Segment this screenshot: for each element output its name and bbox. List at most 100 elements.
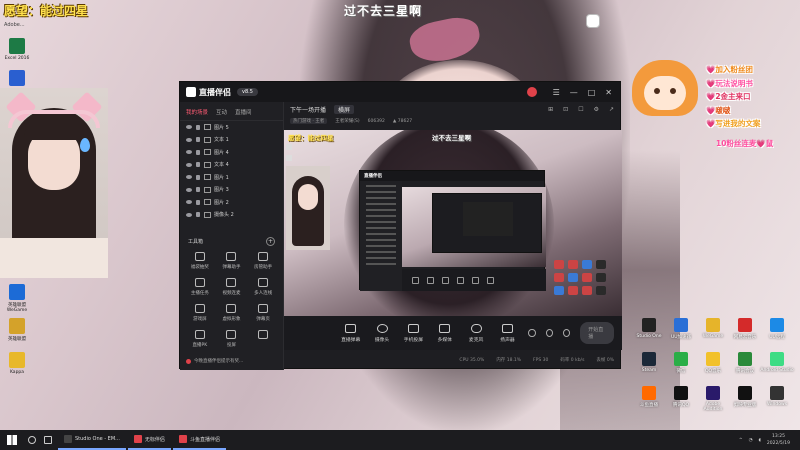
source-item[interactable]: 图片 2 (180, 196, 283, 209)
source-item[interactable]: 图片 5 (180, 121, 283, 134)
add-tool-icon[interactable]: + (266, 237, 275, 246)
eye-icon[interactable] (186, 125, 192, 130)
desktop-icon[interactable]: Adobe Audition (696, 386, 730, 412)
layout-icon[interactable]: ⊞ (548, 106, 553, 113)
window-icon[interactable]: ☐ (578, 106, 583, 113)
search-button[interactable] (24, 430, 40, 450)
tab-live-room[interactable]: 直播间 (235, 108, 252, 116)
eye-icon[interactable] (186, 175, 192, 180)
tool-video-link[interactable]: 视频连麦 (216, 278, 248, 296)
media-button[interactable]: 多媒体 (434, 323, 455, 343)
minimize-icon[interactable]: — (570, 88, 578, 97)
lock-icon[interactable] (196, 212, 200, 218)
desktop-icon[interactable]: UU加速器 (664, 318, 698, 340)
source-item[interactable]: 文本 4 (180, 159, 283, 172)
desktop-icon[interactable]: Steam (632, 352, 666, 373)
eye-icon[interactable] (186, 150, 192, 155)
tool-room-admin[interactable]: 房管助手 (247, 252, 279, 270)
tab-my-scenes[interactable]: 我的场景 (186, 108, 208, 116)
frame-icon[interactable]: ⊡ (563, 106, 568, 113)
tool-lucky-bag[interactable]: 福袋抽奖 (184, 252, 216, 270)
desktop-icon[interactable]: UU远程 (760, 318, 794, 340)
tool-avatar[interactable]: 虚拟形象 (216, 304, 248, 322)
source-item[interactable]: 图片 1 (180, 171, 283, 184)
lock-icon[interactable] (196, 137, 200, 143)
phone-cast-button[interactable]: 手机投屏 (403, 323, 424, 343)
desktop-icon[interactable]: QQ音乐 (696, 352, 730, 374)
desktop-icon[interactable]: 腾讯QQ (664, 386, 698, 408)
source-item[interactable]: 图片 3 (180, 184, 283, 197)
lock-icon[interactable] (196, 162, 200, 168)
avatar[interactable] (526, 87, 537, 97)
app-logo-icon (186, 87, 196, 97)
desktop-icon[interactable]: WeGame (696, 318, 730, 339)
stream-preview[interactable]: 愿望：能过四星 过不去三星啊 直播伴侣 (284, 130, 622, 316)
maximize-icon[interactable]: □ (588, 88, 596, 97)
desktop-icon[interactable]: 腾讯会议 (728, 352, 762, 374)
tool-danmaku-page[interactable]: 弹幕页 (247, 304, 279, 322)
image-icon (204, 199, 211, 206)
tab-interact[interactable]: 互动 (216, 108, 227, 116)
lock-icon[interactable] (196, 199, 200, 205)
desktop-icon-lol[interactable]: 英雄联盟 (2, 318, 32, 342)
start-button[interactable] (0, 430, 24, 450)
clock[interactable]: 13:25 2022/5/19 (767, 433, 790, 447)
eye-icon[interactable] (186, 200, 192, 205)
record-icon[interactable] (528, 329, 536, 337)
webcam-feed (0, 88, 108, 278)
tool-multi-link[interactable]: 多人连线 (247, 278, 279, 296)
microphone-button[interactable]: 麦克风 (465, 323, 486, 343)
desktop-icon-label: 腾讯QQ (672, 403, 690, 408)
desktop-icon[interactable]: Android Studio (760, 352, 794, 373)
scene-name[interactable]: 下午一场开播 (290, 105, 326, 114)
camera-button[interactable]: 摄像头 (371, 323, 392, 343)
orientation-tag[interactable]: 横屏 (334, 104, 355, 114)
desktop-icon[interactable]: Windows (760, 386, 794, 407)
taskbar-app[interactable]: Studio One - EM... (58, 430, 126, 450)
close-icon[interactable]: ✕ (605, 88, 612, 97)
settings-icon[interactable]: ⚙ (594, 106, 599, 113)
eye-icon[interactable] (186, 137, 192, 142)
eye-icon[interactable] (186, 187, 192, 192)
lock-icon[interactable] (196, 187, 200, 193)
start-live-button[interactable]: 开始直播 (580, 322, 614, 344)
tool-pk[interactable]: 直播PK (184, 330, 216, 348)
desktop-icon-wegame[interactable]: 英雄联盟WeGame (2, 284, 32, 313)
tool-danmaku[interactable]: 弹幕助手 (216, 252, 248, 270)
tool-streamer-task[interactable]: 主播任务 (184, 278, 216, 296)
desktop-icon[interactable]: 微信 (664, 352, 698, 374)
danmaku-button[interactable]: 直播弹幕 (340, 323, 361, 343)
tool-more[interactable] (247, 330, 279, 348)
desktop-icon-word[interactable] (2, 70, 32, 88)
tray-expand-icon[interactable]: ^ (739, 438, 743, 443)
share-icon[interactable]: ↗ (609, 106, 614, 113)
source-item[interactable]: 摄像头 2 (180, 209, 283, 222)
desktop-icon[interactable]: 网易云音乐 (728, 318, 762, 340)
notice-bar[interactable]: 今晚直播伴侣提示有奖... (186, 358, 243, 364)
gear-icon[interactable] (562, 329, 571, 337)
tool-cast[interactable]: 投屏 (216, 330, 248, 348)
desktop-icon-kappa[interactable]: Kappa (2, 352, 32, 375)
source-item[interactable]: 图片 4 (180, 146, 283, 159)
desktop-icon[interactable]: 剪映专业版 (728, 386, 762, 408)
desktop-icon[interactable]: Studio One (632, 318, 666, 339)
timer-icon[interactable] (545, 329, 553, 337)
volume-icon[interactable]: ◖ (759, 438, 761, 443)
desktop-icon[interactable]: 斗鱼直播 (632, 386, 666, 408)
source-item[interactable]: 文本 1 (180, 134, 283, 147)
app-icon (133, 435, 142, 443)
lock-icon[interactable] (196, 124, 200, 130)
speaker-button[interactable]: 扬声器 (497, 323, 518, 343)
eye-icon[interactable] (186, 212, 192, 217)
category-tag[interactable]: 热门游戏 · 王者 (290, 118, 328, 124)
lock-icon[interactable] (196, 174, 200, 180)
taskbar-app[interactable]: 斗鱼直播伴侣 (172, 430, 226, 450)
lock-icon[interactable] (196, 149, 200, 155)
eye-icon[interactable] (186, 162, 192, 167)
network-icon[interactable]: ◔ (749, 438, 753, 443)
desktop-icon-excel[interactable]: Excel 2016 (2, 38, 32, 61)
taskbar-app[interactable]: 无标伴侣 (127, 430, 171, 450)
tool-game-screen[interactable]: 游戏屏 (184, 304, 216, 322)
task-view-button[interactable] (40, 430, 56, 450)
menu-icon[interactable]: ☰ (553, 88, 560, 97)
